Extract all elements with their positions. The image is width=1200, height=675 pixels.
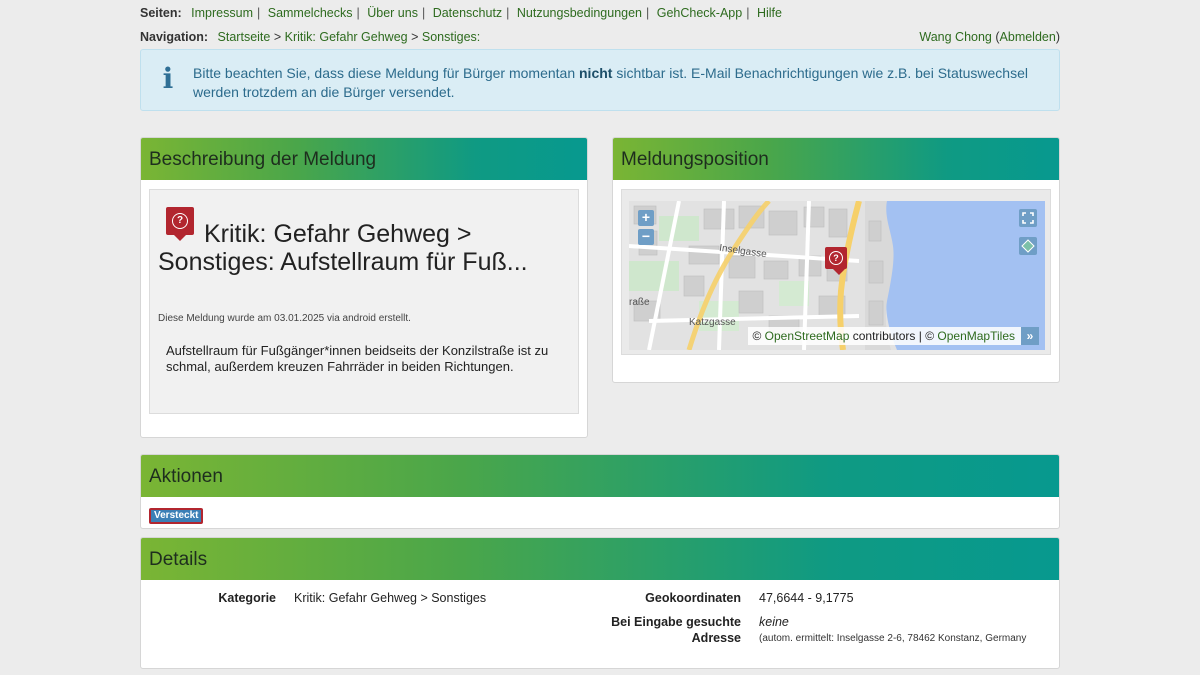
map-heading: Meldungsposition bbox=[613, 138, 1059, 180]
breadcrumb-startseite[interactable]: Startseite bbox=[218, 30, 271, 44]
map-attribution: © OpenStreetMap contributors | © OpenMap… bbox=[748, 327, 1039, 345]
pages-label: Seiten: bbox=[140, 6, 182, 20]
report-title: Kritik: Gefahr Gehweg > Sonstiges: Aufst… bbox=[158, 220, 528, 276]
description-heading: Beschreibung der Meldung bbox=[141, 138, 587, 180]
map-location-marker-icon[interactable]: ? bbox=[825, 247, 847, 275]
street-label-strasse: raße bbox=[629, 297, 650, 308]
notice-text: Bitte beachten Sie, dass diese Meldung f… bbox=[193, 65, 1028, 100]
link-ueber-uns[interactable]: Über uns bbox=[367, 6, 418, 20]
pages-bar: Seiten: Impressum | Sammelchecks | Über un… bbox=[140, 6, 782, 20]
street-label-katzgasse: Katzgasse bbox=[689, 317, 736, 328]
link-sammelchecks[interactable]: Sammelchecks bbox=[268, 6, 353, 20]
logout-link[interactable]: Abmelden bbox=[1000, 30, 1056, 44]
zoom-out-button[interactable]: − bbox=[638, 229, 654, 245]
geocoordinates-label: Geokoordinaten bbox=[645, 591, 741, 605]
info-icon: i bbox=[162, 62, 174, 95]
report-created-info: Diese Meldung wurde am 03.01.2025 via an… bbox=[158, 313, 411, 324]
description-panel: Beschreibung der Meldung ? Kritik: Gefah… bbox=[140, 137, 588, 438]
map-frame: Inselgasse Katzgasse raße ? + − © OpenSt… bbox=[621, 189, 1051, 355]
fullscreen-icon[interactable] bbox=[1019, 209, 1037, 227]
geocoordinates-value: 47,6644 - 9,1775 bbox=[759, 591, 854, 605]
map-panel: Meldungsposition Inselgasse Katzgasse ra… bbox=[612, 137, 1060, 383]
user-area: Wang Chong (Abmelden) bbox=[919, 30, 1060, 44]
link-gehcheck-app[interactable]: GehCheck-App bbox=[657, 6, 742, 20]
navigation-label: Navigation: bbox=[140, 30, 209, 44]
visibility-notice: i Bitte beachten Sie, dass diese Meldung… bbox=[140, 49, 1060, 111]
link-hilfe[interactable]: Hilfe bbox=[757, 6, 782, 20]
details-panel: Details Kategorie Kritik: Gefahr Gehweg … bbox=[140, 537, 1060, 669]
breadcrumb: Navigation: Startseite > Kritik: Gefahr … bbox=[140, 30, 1060, 44]
link-datenschutz[interactable]: Datenschutz bbox=[433, 6, 502, 20]
report-text: Aufstellraum für Fußgänger*innen beidsei… bbox=[166, 343, 549, 374]
description-body: ? Kritik: Gefahr Gehweg > Sonstiges: Auf… bbox=[149, 189, 579, 414]
hidden-status-badge[interactable]: Versteckt bbox=[149, 508, 204, 524]
category-label: Kategorie bbox=[218, 591, 276, 605]
link-impressum[interactable]: Impressum bbox=[191, 6, 253, 20]
zoom-in-button[interactable]: + bbox=[638, 210, 654, 226]
link-nutzungsbedingungen[interactable]: Nutzungsbedingungen bbox=[517, 6, 642, 20]
openmaptiles-link[interactable]: OpenMapTiles bbox=[937, 329, 1015, 343]
breadcrumb-category[interactable]: Kritik: Gefahr Gehweg bbox=[285, 30, 408, 44]
breadcrumb-subcategory[interactable]: Sonstiges: bbox=[422, 30, 480, 44]
category-value: Kritik: Gefahr Gehweg > Sonstiges bbox=[294, 591, 487, 605]
address-label: Bei Eingabe gesuchte Adresse bbox=[611, 615, 741, 645]
layers-icon[interactable] bbox=[1019, 237, 1037, 255]
attribution-expand-button[interactable]: » bbox=[1021, 327, 1039, 345]
address-value: keine bbox=[759, 615, 789, 629]
actions-heading: Aktionen bbox=[141, 455, 1059, 497]
details-heading: Details bbox=[141, 538, 1059, 580]
actions-panel: Aktionen Versteckt bbox=[140, 454, 1060, 529]
address-auto-detected: (autom. ermittelt: Inselgasse 2-6, 78462… bbox=[759, 633, 1027, 644]
osm-link[interactable]: OpenStreetMap bbox=[765, 329, 850, 343]
map-view[interactable]: Inselgasse Katzgasse raße ? + − © OpenSt… bbox=[629, 201, 1045, 350]
user-name-link[interactable]: Wang Chong bbox=[919, 30, 992, 44]
